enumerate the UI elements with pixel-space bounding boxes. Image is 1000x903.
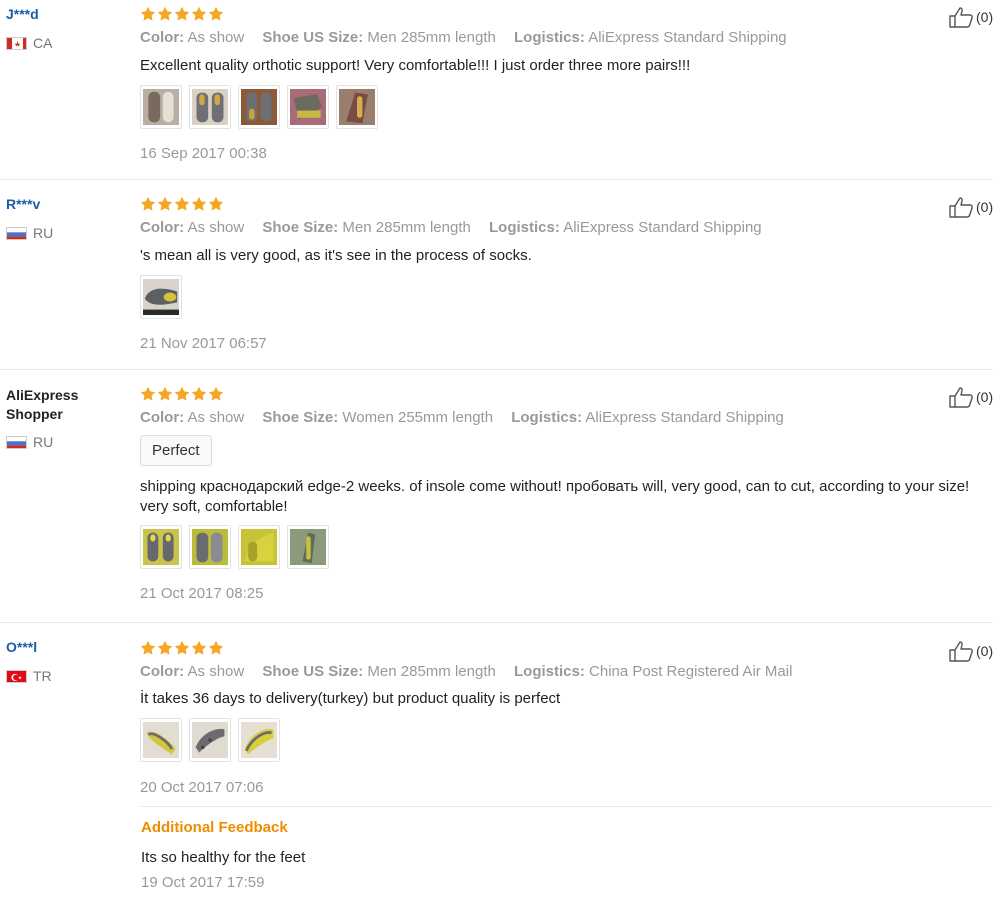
order-details: Color: As show Shoe US Size: Men 285mm l… xyxy=(140,29,787,46)
review-photos xyxy=(140,275,182,319)
review-text: Excellent quality orthotic support! Very… xyxy=(140,57,691,74)
helpful-count: (0) xyxy=(976,643,994,659)
reviewer-name[interactable]: J***d xyxy=(6,6,39,22)
additional-feedback-date: 19 Oct 2017 17:59 xyxy=(141,874,265,891)
star-icon xyxy=(157,6,173,21)
star-icon xyxy=(208,196,224,211)
star-icon xyxy=(191,386,207,401)
review-photo[interactable] xyxy=(238,718,280,762)
helpful-button[interactable]: (0) xyxy=(948,640,993,662)
canada-flag-icon xyxy=(6,36,27,50)
review-photo[interactable] xyxy=(140,85,182,129)
russia-flag-icon xyxy=(6,226,27,240)
star-icon xyxy=(140,196,156,211)
star-icon xyxy=(157,640,173,655)
reviewer-name[interactable]: R***v xyxy=(6,196,40,212)
helpful-count: (0) xyxy=(976,9,994,25)
review-photo[interactable] xyxy=(287,525,329,569)
helpful-count: (0) xyxy=(976,389,994,405)
thumbs-up-icon xyxy=(949,641,973,662)
thumbs-up-icon xyxy=(949,7,973,28)
star-icon xyxy=(208,386,224,401)
review-photo[interactable] xyxy=(287,85,329,129)
review-photos xyxy=(140,718,280,762)
star-icon xyxy=(174,196,190,211)
star-icon xyxy=(157,386,173,401)
star-icon xyxy=(191,640,207,655)
review-divider xyxy=(0,622,993,623)
review-photo[interactable] xyxy=(140,275,182,319)
reviewer-name: AliExpress Shopper xyxy=(6,387,79,422)
review-photo[interactable] xyxy=(238,525,280,569)
review-photo[interactable] xyxy=(140,525,182,569)
country-code: RU xyxy=(33,225,54,241)
thumbs-up-icon xyxy=(949,197,973,218)
country-code: TR xyxy=(33,668,52,684)
review-text: shipping краснодарский edge-2 weeks. of … xyxy=(140,478,970,515)
review-photo[interactable] xyxy=(140,718,182,762)
star-icon xyxy=(140,6,156,21)
star-icon xyxy=(174,386,190,401)
thumbs-up-icon xyxy=(949,387,973,408)
review-text: İt takes 36 days to delivery(turkey) but… xyxy=(140,690,561,707)
review-date: 16 Sep 2017 00:38 xyxy=(140,145,267,162)
star-icon xyxy=(157,196,173,211)
reviewer-country: RU xyxy=(6,434,53,450)
star-rating xyxy=(140,6,224,22)
review-date: 21 Oct 2017 08:25 xyxy=(140,585,264,602)
additional-feedback-divider xyxy=(140,806,993,807)
review-photo[interactable] xyxy=(189,525,231,569)
star-icon xyxy=(208,6,224,21)
star-icon xyxy=(140,640,156,655)
review-date: 21 Nov 2017 06:57 xyxy=(140,335,267,352)
helpful-button[interactable]: (0) xyxy=(948,196,993,218)
review-photo[interactable] xyxy=(189,718,231,762)
order-details: Color: As show Shoe US Size: Men 285mm l… xyxy=(140,663,793,680)
reviewer-country: TR xyxy=(6,668,52,684)
review-date: 20 Oct 2017 07:06 xyxy=(140,779,264,796)
reviewer-country: CA xyxy=(6,35,52,51)
star-rating xyxy=(140,640,224,656)
helpful-count: (0) xyxy=(976,199,994,215)
reviewer-country: RU xyxy=(6,225,53,241)
order-details: Color: As show Shoe Size: Women 255mm le… xyxy=(140,409,784,426)
feedback-tag: Perfect xyxy=(140,435,212,466)
star-icon xyxy=(208,640,224,655)
review-photo[interactable] xyxy=(238,85,280,129)
star-rating xyxy=(140,386,224,402)
additional-feedback-title: Additional Feedback xyxy=(141,819,288,836)
country-code: CA xyxy=(33,35,53,51)
helpful-button[interactable]: (0) xyxy=(948,6,993,28)
russia-flag-icon xyxy=(6,435,27,449)
review-divider xyxy=(0,369,993,370)
order-details: Color: As show Shoe Size: Men 285mm leng… xyxy=(140,219,762,236)
review-photo[interactable] xyxy=(336,85,378,129)
star-rating xyxy=(140,196,224,212)
review-photo[interactable] xyxy=(189,85,231,129)
review-text: 's mean all is very good, as it's see in… xyxy=(140,247,532,264)
reviewer-name[interactable]: O***l xyxy=(6,639,37,655)
helpful-button[interactable]: (0) xyxy=(948,386,993,408)
additional-feedback-text: Its so healthy for the feet xyxy=(141,849,306,866)
turkey-flag-icon xyxy=(6,669,27,683)
country-code: RU xyxy=(33,434,54,450)
star-icon xyxy=(140,386,156,401)
star-icon xyxy=(174,640,190,655)
star-icon xyxy=(191,6,207,21)
review-divider xyxy=(0,179,993,180)
review-photos xyxy=(140,525,329,569)
star-icon xyxy=(174,6,190,21)
review-photos xyxy=(140,85,378,129)
star-icon xyxy=(191,196,207,211)
